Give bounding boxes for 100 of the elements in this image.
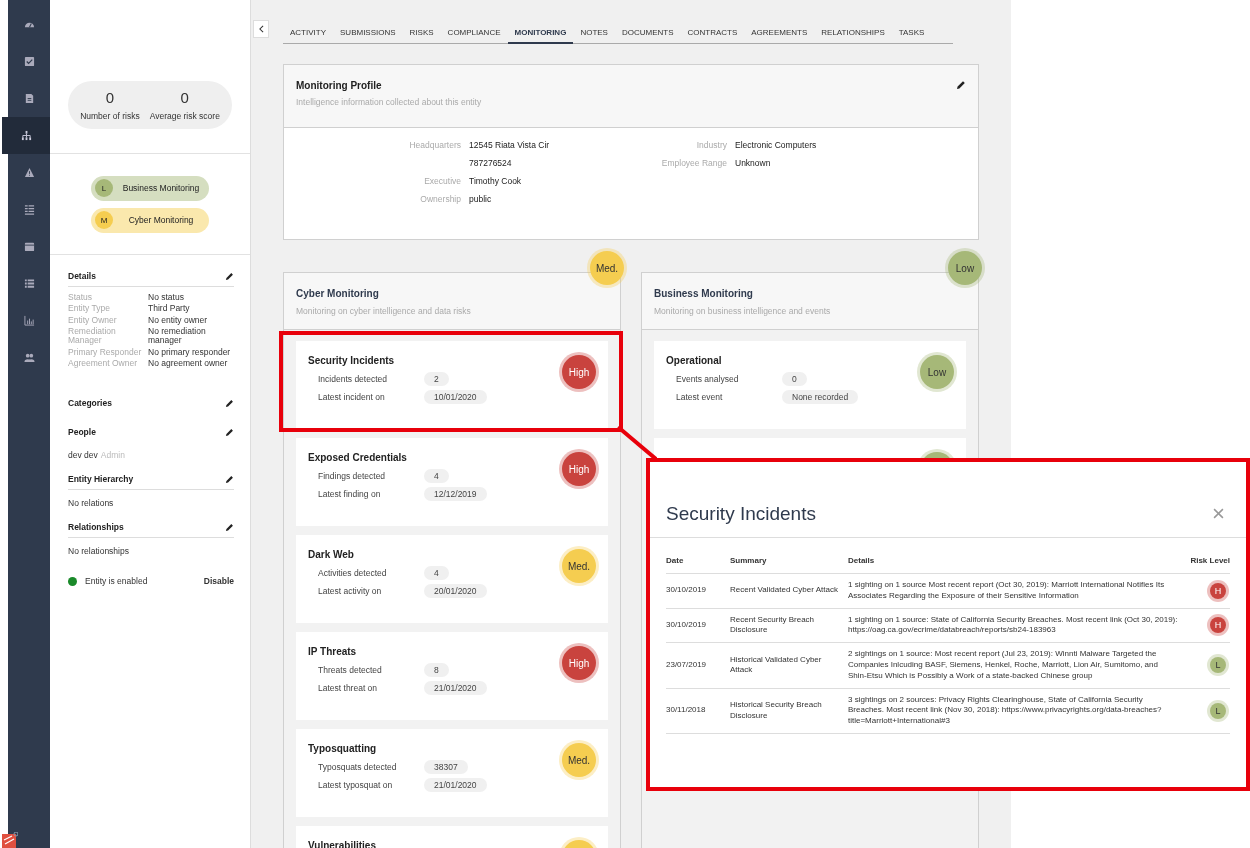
summary-label: Average risk score: [149, 111, 220, 121]
column-header: Risk Level: [1190, 556, 1230, 565]
tab[interactable]: COMPLIANCE: [440, 22, 508, 44]
detail-label: Primary Responder: [68, 347, 143, 358]
risk-badge: High: [562, 452, 596, 486]
field-label: Industry: [696, 140, 727, 150]
metric-label: Events analysed: [676, 374, 740, 384]
edit-icon[interactable]: [225, 474, 234, 484]
table-cell: 30/10/2019: [666, 620, 707, 629]
risk-badge: Med.: [562, 549, 596, 583]
close-icon[interactable]: [1213, 508, 1224, 519]
summary-value: 0: [180, 89, 189, 106]
metric-value: 4: [424, 566, 449, 580]
monitoring-card[interactable]: Dark Web Activities detected 4 Latest activity on 20/01/2020 Med.: [296, 535, 608, 623]
edit-icon[interactable]: [956, 80, 966, 90]
edit-icon[interactable]: [225, 522, 234, 532]
card-subtitle: Intelligence information collected about this entity: [296, 97, 482, 107]
field-value: public: [469, 194, 493, 204]
summary-value: 0: [105, 89, 115, 106]
metric-value: 0: [782, 372, 807, 386]
table-cell: 23/07/2019: [666, 660, 707, 669]
document-icon: [23, 93, 35, 104]
metric-label: Activities detected: [318, 568, 388, 578]
risk-badge: Low: [948, 251, 982, 285]
detail-label: Entity Type: [68, 304, 111, 314]
section-title: Entity Hierarchy: [68, 474, 134, 485]
detail-label: Entity Owner: [68, 315, 118, 326]
table-cell: 2 sightings on 1 source: Most recent report (Jul 23, 2019): Winnti Malware Targeted the Companies Inlcuding BASF, Siemens, Henkel, Roche, Marriott, Lion Air, Sumitomo, and Shin-Etsu Which is Possibly a Work of a state-backed Chinese group: [848, 649, 1158, 680]
list-icon: [23, 278, 35, 289]
metric-value: 38307: [424, 760, 468, 774]
table-cell: Historical Validated Cyber Attack: [730, 654, 822, 675]
tab[interactable]: AGREEMENTS: [744, 22, 815, 44]
calendar-icon: [23, 241, 35, 252]
metric-value: 4: [424, 469, 449, 483]
metric-value: 21/01/2020: [424, 681, 487, 695]
monitoring-card[interactable]: Typosquatting Typosquats detected 38307 Latest typosquat on 21/01/2020 Med.: [296, 729, 608, 817]
detail-value: No agreement owner: [148, 359, 229, 369]
section-title: Details: [68, 271, 96, 281]
table-cell: Historical Security Breach Disclosure: [730, 699, 822, 720]
table-cell: 30/10/2019: [666, 585, 707, 595]
tab[interactable]: RELATIONSHIPS: [814, 22, 892, 44]
risk-badge: L: [1210, 657, 1226, 674]
metric-label: Latest activity on: [318, 586, 383, 596]
tab[interactable]: DOCUMENTS: [614, 22, 681, 44]
table-cell: 1 sighting on 1 source Most recent report (Oct 30, 2019): Marriott International Notifies Its Associates Regarding the Exposure of their Sensitive Information: [848, 580, 1165, 600]
edit-icon[interactable]: [225, 398, 234, 408]
field-value: 787276524: [469, 158, 513, 168]
column-header: Summary: [730, 556, 767, 565]
monitoring-pill[interactable]: L Business Monitoring: [91, 175, 209, 201]
monitoring-pill[interactable]: M Cyber Monitoring: [91, 207, 209, 233]
field-label: Employee Range: [661, 158, 727, 168]
detail-label: Remediation Manager: [68, 327, 117, 346]
monitoring-card[interactable]: Exposed Credentials Findings detected 4 Latest finding on 12/12/2019 High: [296, 438, 608, 526]
table-cell: Recent Security Breach Disclosure: [730, 614, 815, 635]
metric-value: 10/01/2020: [424, 390, 487, 404]
disable-button[interactable]: Disable: [203, 576, 234, 587]
field-value: Electronic Computers: [735, 140, 818, 150]
tab[interactable]: MONITORING: [507, 22, 574, 44]
tab[interactable]: RISKS: [402, 22, 441, 44]
metric-label: Latest incident on: [318, 392, 386, 402]
column-title: Business Monitoring: [654, 288, 754, 299]
card-title: Dark Web: [308, 549, 355, 560]
metric-value: None recorded: [782, 390, 859, 404]
risk-badge: H: [1210, 582, 1226, 599]
detail-label: Status: [68, 293, 94, 303]
metric-label: Latest threat on: [318, 683, 379, 693]
risk-badge: H: [1210, 617, 1226, 634]
tab[interactable]: TASKS: [891, 22, 932, 44]
monitoring-card[interactable]: Security Incidents Incidents detected 2 Latest incident on 10/01/2020 High: [296, 341, 608, 429]
warning-icon: [23, 167, 35, 178]
metric-label: Latest typosquat on: [318, 780, 394, 790]
table-cell: 1 sighting on 1 source: State of California Security Breaches. Most recent link (Oct 30, 2019): https://oag.ca.gov/ecrime/databreach/reports/sb24-183963: [848, 614, 1178, 635]
edit-icon[interactable]: [225, 427, 234, 437]
risk-badge: Med.: [590, 251, 624, 285]
status-label: Entity is enabled: [85, 576, 149, 587]
detail-value: No status: [148, 293, 185, 303]
monitoring-card[interactable]: Operational Events analysed 0 Latest event None recorded Low: [654, 341, 966, 429]
metric-value: 12/12/2019: [424, 487, 487, 501]
detail-value: No entity owner: [148, 315, 209, 326]
nav-hierarchy-button[interactable]: [2, 117, 50, 154]
table-cell: 3 sightings on 2 sources: Privacy Rights Clearinghouse, State of California Security Breaches. Most recent link (Nov 30, 2018): https://www.privacyrights.org/data-breaches?title=Marriott+International#3: [848, 694, 1162, 726]
monitoring-card[interactable]: IP Threats Threats detected 8 Latest threat on 21/01/2020 High: [296, 632, 608, 720]
check-icon: [23, 56, 35, 67]
metric-value: 21/01/2020: [424, 778, 487, 792]
metric-label: Latest finding on: [318, 489, 382, 499]
edit-icon[interactable]: [225, 271, 234, 281]
section-title: People: [68, 427, 96, 438]
column-subtitle: Monitoring on cyber intelligence and data risks: [296, 306, 472, 316]
section-title: Relationships: [68, 522, 124, 533]
risk-badge: High: [562, 646, 596, 680]
tab[interactable]: SUBMISSIONS: [333, 22, 403, 44]
metric-label: Latest event: [676, 392, 724, 402]
column-header: Details: [848, 556, 875, 565]
section-content: No relationships: [68, 546, 129, 557]
tab[interactable]: ACTIVITY: [283, 22, 333, 44]
people-icon: [23, 352, 35, 363]
tab[interactable]: NOTES: [573, 22, 615, 44]
card-title: Monitoring Profile: [296, 80, 383, 91]
column-header: Date: [666, 556, 684, 565]
tab[interactable]: CONTRACTS: [680, 22, 745, 44]
